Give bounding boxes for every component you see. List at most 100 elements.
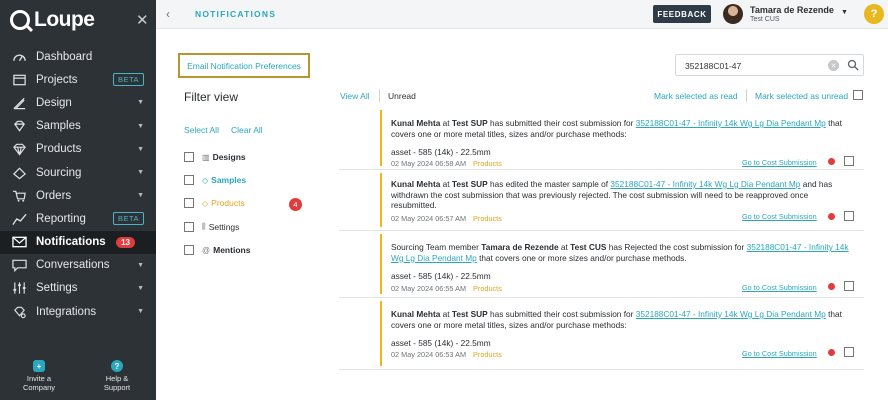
tab-unread[interactable]: Unread <box>388 91 416 101</box>
notification-checkbox[interactable] <box>844 156 854 166</box>
date-text: 02 May 2024 06:55 AM <box>391 284 467 293</box>
sidebar-item-integrations[interactable]: Integrations ▼ <box>0 300 156 323</box>
select-all-checkbox[interactable] <box>853 90 863 100</box>
sidebar-item-products[interactable]: Products ▼ <box>0 138 156 161</box>
feedback-button[interactable]: FEEDBACK <box>653 5 711 23</box>
filter-checkbox[interactable] <box>184 175 194 185</box>
clear-search-icon[interactable]: ✕ <box>828 60 839 71</box>
chevron-down-icon[interactable]: ▼ <box>137 123 144 130</box>
sidebar-item-label: Notifications <box>36 236 106 249</box>
notification-message: Sourcing Team member Tamara de Rezende a… <box>391 242 851 263</box>
products-icon <box>11 142 27 156</box>
notification-checkbox[interactable] <box>844 281 854 291</box>
avatar[interactable] <box>723 4 743 24</box>
filter-mentions[interactable]: @ Mentions <box>184 244 250 256</box>
invite-label: Invite a Company <box>22 374 56 392</box>
filter-checkbox[interactable] <box>184 245 194 255</box>
filter-designs[interactable]: ▥ Designs <box>184 151 246 163</box>
product-link[interactable]: 352188C01-47 - Infinity 14k Wg Lg Dia Pe… <box>610 179 800 189</box>
dashboard-icon <box>11 50 27 64</box>
chevron-down-icon[interactable]: ▼ <box>137 262 144 269</box>
chat-icon <box>11 258 27 273</box>
notification-message: Kunal Mehta at Test SUP has edited the m… <box>391 179 851 211</box>
filter-products[interactable]: ◇ Products <box>184 197 245 209</box>
loupe-logo[interactable]: Loupe <box>10 8 95 31</box>
chevron-down-icon[interactable]: ▼ <box>137 99 144 106</box>
notification-message: Kunal Mehta at Test SUP has submitted th… <box>391 309 851 330</box>
chevron-down-icon[interactable]: ▼ <box>137 192 144 199</box>
sidebar-item-dashboard[interactable]: Dashboard <box>0 45 156 68</box>
unread-dot <box>828 213 835 220</box>
filter-checkbox[interactable] <box>184 152 194 162</box>
sidebar-item-label: Samples <box>36 120 81 133</box>
sidebar-item-design[interactable]: Design ▼ <box>0 91 156 114</box>
search-icon[interactable] <box>847 59 859 71</box>
org-name: Test SUP <box>451 309 488 319</box>
user-menu-chevron-icon[interactable]: ▼ <box>841 9 848 16</box>
sidebar-item-orders[interactable]: Orders ▼ <box>0 184 156 207</box>
close-sidebar-icon[interactable]: ✕ <box>136 11 149 29</box>
user-org: Test CUS <box>750 16 780 23</box>
chevron-down-icon[interactable]: ▼ <box>137 146 144 153</box>
filter-samples[interactable]: ◇ Samples <box>184 174 246 186</box>
sidebar-item-label: Sourcing <box>36 166 82 179</box>
sidebar-item-label: Reporting <box>36 212 86 225</box>
message-text: has submitted their cost submission for <box>490 118 634 128</box>
product-link[interactable]: 352188C01-47 - Infinity 14k Wg Lg Dia Pe… <box>636 118 826 128</box>
filter-checkbox[interactable] <box>184 222 194 232</box>
mark-selected-unread-link[interactable]: Mark selected as unread <box>755 91 848 101</box>
products-count-badge: 4 <box>289 198 302 211</box>
go-to-cost-submission-link[interactable]: Go to Cost Submission <box>742 349 817 358</box>
user-name: Tamara de Rezende <box>750 5 834 15</box>
help-label: Help & Support <box>103 374 131 392</box>
asset-line: asset - 585 (14k) - 22.5mm <box>391 338 491 348</box>
chevron-down-icon[interactable]: ▼ <box>137 285 144 292</box>
message-text: has submitted their cost submission for <box>490 309 634 319</box>
clear-all-link[interactable]: Clear All <box>231 125 263 135</box>
chevron-down-icon[interactable]: ▼ <box>137 308 144 315</box>
notification-item[interactable]: Kunal Mehta at Test SUP has submitted th… <box>339 107 864 170</box>
select-all-link[interactable]: Select All <box>184 125 219 135</box>
asset-line: asset - 585 (14k) - 22.5mm <box>391 271 491 281</box>
chevron-left-icon[interactable]: ‹ <box>166 7 170 21</box>
help-support-button[interactable]: ? Help & Support <box>78 352 156 400</box>
sidebar-item-notifications[interactable]: Notifications 13 <box>0 230 156 254</box>
sidebar-item-sourcing[interactable]: Sourcing ▼ <box>0 161 156 184</box>
sidebar-footer: + Invite a Company ? Help & Support <box>0 352 156 400</box>
product-link[interactable]: 352188C01-47 - Infinity 14k Wg Lg Dia Pe… <box>636 309 826 319</box>
at-icon: @ <box>202 245 211 255</box>
notification-checkbox[interactable] <box>844 347 854 357</box>
filter-settings[interactable]: ⫼ Settings <box>184 221 239 233</box>
mail-icon <box>11 235 27 249</box>
design-icon <box>11 96 27 110</box>
filter-label: Designs <box>212 152 246 162</box>
help-button[interactable]: ? <box>864 4 884 24</box>
notification-list: Kunal Mehta at Test SUP has submitted th… <box>339 107 864 370</box>
notification-item[interactable]: Kunal Mehta at Test SUP has edited the m… <box>339 170 864 231</box>
sidebar-item-reporting[interactable]: Reporting BETA <box>0 207 156 230</box>
filter-label: Products <box>211 198 245 208</box>
sidebar-item-label: Design <box>36 96 72 109</box>
email-notification-preferences-button[interactable]: Email Notification Preferences <box>178 53 310 78</box>
go-to-cost-submission-link[interactable]: Go to Cost Submission <box>742 212 817 221</box>
message-text: has Rejected the cost submission for <box>608 242 745 252</box>
go-to-cost-submission-link[interactable]: Go to Cost Submission <box>742 158 817 167</box>
notification-item[interactable]: Kunal Mehta at Test SUP has submitted th… <box>339 298 864 370</box>
mark-selected-read-link[interactable]: Mark selected as read <box>654 91 738 101</box>
tab-view-all[interactable]: View All <box>340 91 370 101</box>
filter-checkbox[interactable] <box>184 198 194 208</box>
samples-icon: ◇ <box>202 175 209 185</box>
notification-checkbox[interactable] <box>844 211 854 221</box>
filter-label: Settings <box>208 222 240 232</box>
invite-company-button[interactable]: + Invite a Company <box>0 352 78 400</box>
unread-dot <box>828 158 835 165</box>
sidebar-item-samples[interactable]: Samples ▼ <box>0 115 156 138</box>
search-input[interactable] <box>685 59 815 72</box>
sidebar-item-settings[interactable]: Settings ▼ <box>0 277 156 300</box>
sidebar-item-conversations[interactable]: Conversations ▼ <box>0 254 156 277</box>
go-to-cost-submission-link[interactable]: Go to Cost Submission <box>742 283 817 292</box>
notification-item[interactable]: Sourcing Team member Tamara de Rezende a… <box>339 231 864 298</box>
sidebar-item-projects[interactable]: Projects BETA <box>0 68 156 91</box>
chevron-down-icon[interactable]: ▼ <box>137 169 144 176</box>
tab-divider <box>379 89 380 102</box>
